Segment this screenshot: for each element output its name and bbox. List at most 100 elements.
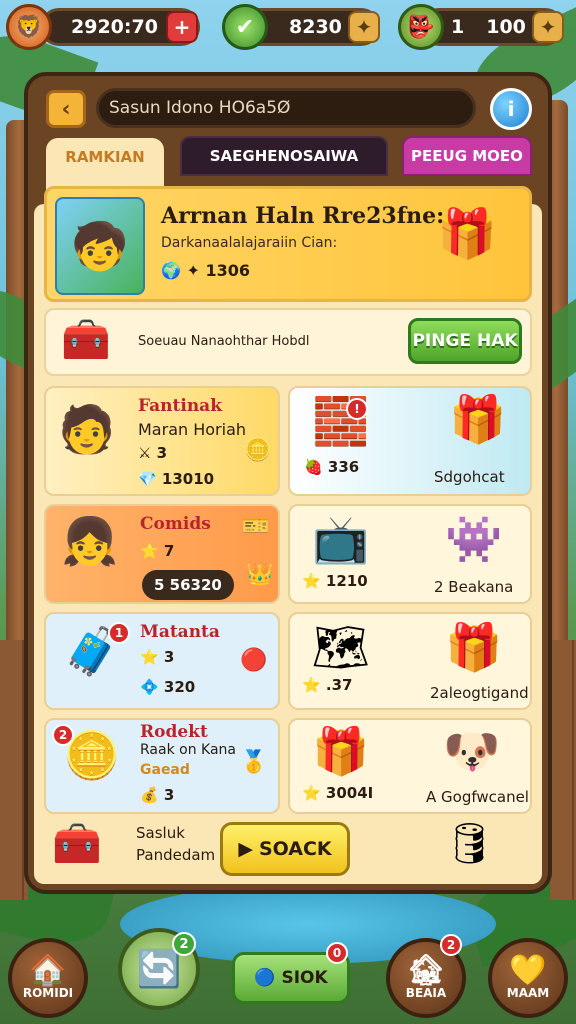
gift-box-icon: 🎁	[312, 724, 370, 778]
nav-beaia-badge: 2	[440, 934, 462, 956]
notification-badge: !	[346, 398, 368, 420]
gems-value: 8230	[289, 16, 342, 38]
back-button[interactable]: ‹	[46, 90, 86, 128]
tile-value: 1210	[325, 572, 368, 590]
nav-maam-button[interactable]: 💛 MAAM	[488, 938, 568, 1018]
bottom-label-1: Sasluk	[136, 824, 185, 842]
tile-value: 336	[327, 458, 360, 476]
gem-icon: 🔵	[254, 968, 276, 988]
energy-b-value: 100	[486, 16, 526, 38]
tab-label: SAEGHENOSAIWA	[209, 147, 359, 165]
add-energy-button[interactable]: ✦	[532, 11, 564, 43]
tile-line-value: 3	[163, 648, 175, 666]
info-button[interactable]: i	[490, 88, 532, 130]
crown-icon: 👑	[246, 562, 274, 587]
add-gems-button[interactable]: ✦	[348, 11, 380, 43]
featured-banner[interactable]: 🧒 Arrnan Haln Rre23fne: Darkanaalalajara…	[44, 186, 532, 302]
tab-label: PEEUG MOEO	[411, 147, 523, 165]
tile-title: Matanta	[140, 622, 220, 642]
shop-tile-fantinak[interactable]: 🧑 Fantinak Maran Horiah ⚔ 3 💎 13010 🪙	[44, 386, 280, 496]
refresh-icon: 🔄	[136, 949, 182, 990]
tile-line-value: 320	[163, 678, 196, 696]
tile-subtitle: Maran Horiah	[138, 420, 247, 439]
nav-beaia-label: BEAIA	[405, 986, 447, 1000]
soack-button-label: SOACK	[258, 838, 332, 860]
bottom-label-2: Pandedam	[136, 846, 216, 864]
add-coins-button[interactable]: +	[166, 11, 198, 43]
golden-chest-icon: 🎁	[437, 206, 497, 262]
shop-tile-matanta[interactable]: 🧳 1 Matanta ⭐ 3 💠 320 🔴	[44, 612, 280, 710]
lion-avatar-icon: 🦁	[6, 4, 52, 50]
price-pill: 5 56320	[142, 570, 234, 600]
nav-maam-label: MAAM	[506, 986, 550, 1000]
soack-button[interactable]: ▶ SOACK	[220, 822, 350, 876]
gift-box-icon: 🎁	[445, 620, 503, 674]
tile-line-value: 3	[156, 444, 168, 462]
tile-title: Fantinak	[138, 396, 222, 416]
nav-home-label: ROMIDI	[22, 986, 74, 1000]
home-icon: 🏠	[29, 953, 67, 988]
banner-count: 🌍 ✦ 1306	[161, 261, 250, 280]
tile-subtitle: Raak on Kana	[140, 742, 236, 758]
play-arrow-icon: ▶	[238, 838, 253, 860]
treasure-box-icon: 🧰	[61, 317, 111, 363]
tile-caption: 2 Beakana	[434, 578, 514, 596]
gift-and-pet-icon: 🐶	[443, 724, 501, 778]
tile-subtitle-2: Gaead	[140, 762, 190, 778]
shop-tile-comids[interactable]: 👧 Comids ⭐ 7 5 56320 🎫 👑	[44, 504, 280, 604]
bottom-navigation: 🏠 ROMIDI 🔄 2 🔵 SIOK 0 🏚 BEAIA 2 💛 MAAM	[0, 914, 576, 1024]
tile-caption: Sdgohcat	[434, 468, 505, 486]
tile-line: ⭐ .37	[302, 676, 353, 694]
shop-tile-rodekt[interactable]: 🪙 2 Rodekt Raak on Kana Gaead 💰 3 🥇	[44, 718, 280, 814]
tile-value: .37	[325, 676, 353, 694]
notification-badge: 1	[108, 622, 130, 644]
tile-line: 💰 3	[140, 786, 175, 804]
nav-shop-label: SIOK	[281, 968, 328, 988]
coin-icon: 🪙	[244, 438, 272, 463]
shop-tile-gogfwcanel[interactable]: 🎁 ⭐ 3004I 🐶 A Gogfwcanel	[288, 718, 532, 814]
bottom-action-row: 🧰 Sasluk Pandedam ▶ SOACK 🛢	[44, 820, 532, 880]
pinge-hak-button[interactable]: PINGE HAK	[408, 318, 522, 364]
tile-caption: A Gogfwcanel	[426, 788, 529, 806]
tab-saeghenosaiwa[interactable]: SAEGHENOSAIWA	[180, 136, 388, 176]
banner-subtitle: Darkanaalalajaraiin Cian:	[161, 235, 338, 251]
tv-item-icon: 📺	[312, 512, 370, 566]
tab-label: RAMKIAN	[65, 148, 145, 166]
shop-tile-beakana[interactable]: 📺 ⭐ 1210 👾 2 Beakana	[288, 504, 532, 604]
nav-home-button[interactable]: 🏠 ROMIDI	[8, 938, 88, 1018]
goblin-avatar-icon: 👺	[398, 4, 444, 50]
character-portrait: 🧒	[55, 197, 145, 295]
tab-peeug-moeo[interactable]: PEEUG MOEO	[402, 136, 532, 176]
character-icon: 🧑	[58, 402, 116, 456]
tile-line: ⭐ 1210	[302, 572, 368, 590]
offer-strip: 🧰 Soeuau Nanaohthar Hobdl PINGE HAK	[44, 308, 532, 376]
tile-line-value: 3	[163, 786, 175, 804]
banner-count-value: 1306	[205, 261, 250, 280]
search-input[interactable]: Sasun Idono HO6a5Ø	[96, 88, 476, 128]
tile-value: 3004I	[325, 784, 374, 802]
monster-icon: 👾	[445, 512, 503, 566]
ticket-icon: 🎫	[242, 514, 270, 539]
shop-tile-sdgohcat[interactable]: 🧱 ! 🍓 336 🎁 Sdgohcat	[288, 386, 532, 496]
coins-value: 2920:70	[71, 16, 158, 38]
resource-bar: 2920:70 🦁 + 8230 ✔ ✦ 1 100 👺 ✦	[0, 0, 576, 56]
toolbox-icon: 🧰	[52, 821, 102, 867]
notification-badge: 2	[52, 724, 74, 746]
shop-tile-2aleogtigand[interactable]: 🗺 ⭐ .37 🎁 2aleogtigand	[288, 612, 532, 710]
tile-line: ⭐ 3004I	[302, 784, 374, 802]
tile-title: Comids	[140, 514, 211, 534]
search-text: Sasun Idono HO6a5Ø	[109, 98, 291, 118]
tile-line-value: 7	[163, 542, 175, 560]
shield-icon: ✔	[222, 4, 268, 50]
house-icon: 🏚	[406, 953, 446, 988]
tile-line: 💠 320	[140, 678, 196, 696]
barrel-icon: 🛢	[444, 821, 495, 867]
tile-line-value: 13010	[161, 470, 215, 488]
nav-shop-badge: 0	[326, 942, 348, 964]
map-item-icon: 🗺	[311, 620, 371, 674]
tile-line: 🍓 336	[304, 458, 360, 476]
gold-ingot-icon: 🥇	[240, 750, 268, 775]
strip-text: Soeuau Nanaohthar Hobdl	[138, 334, 310, 349]
tile-title: Rodekt	[140, 722, 208, 742]
banner-title: Arrnan Haln Rre23fne:	[161, 203, 445, 229]
